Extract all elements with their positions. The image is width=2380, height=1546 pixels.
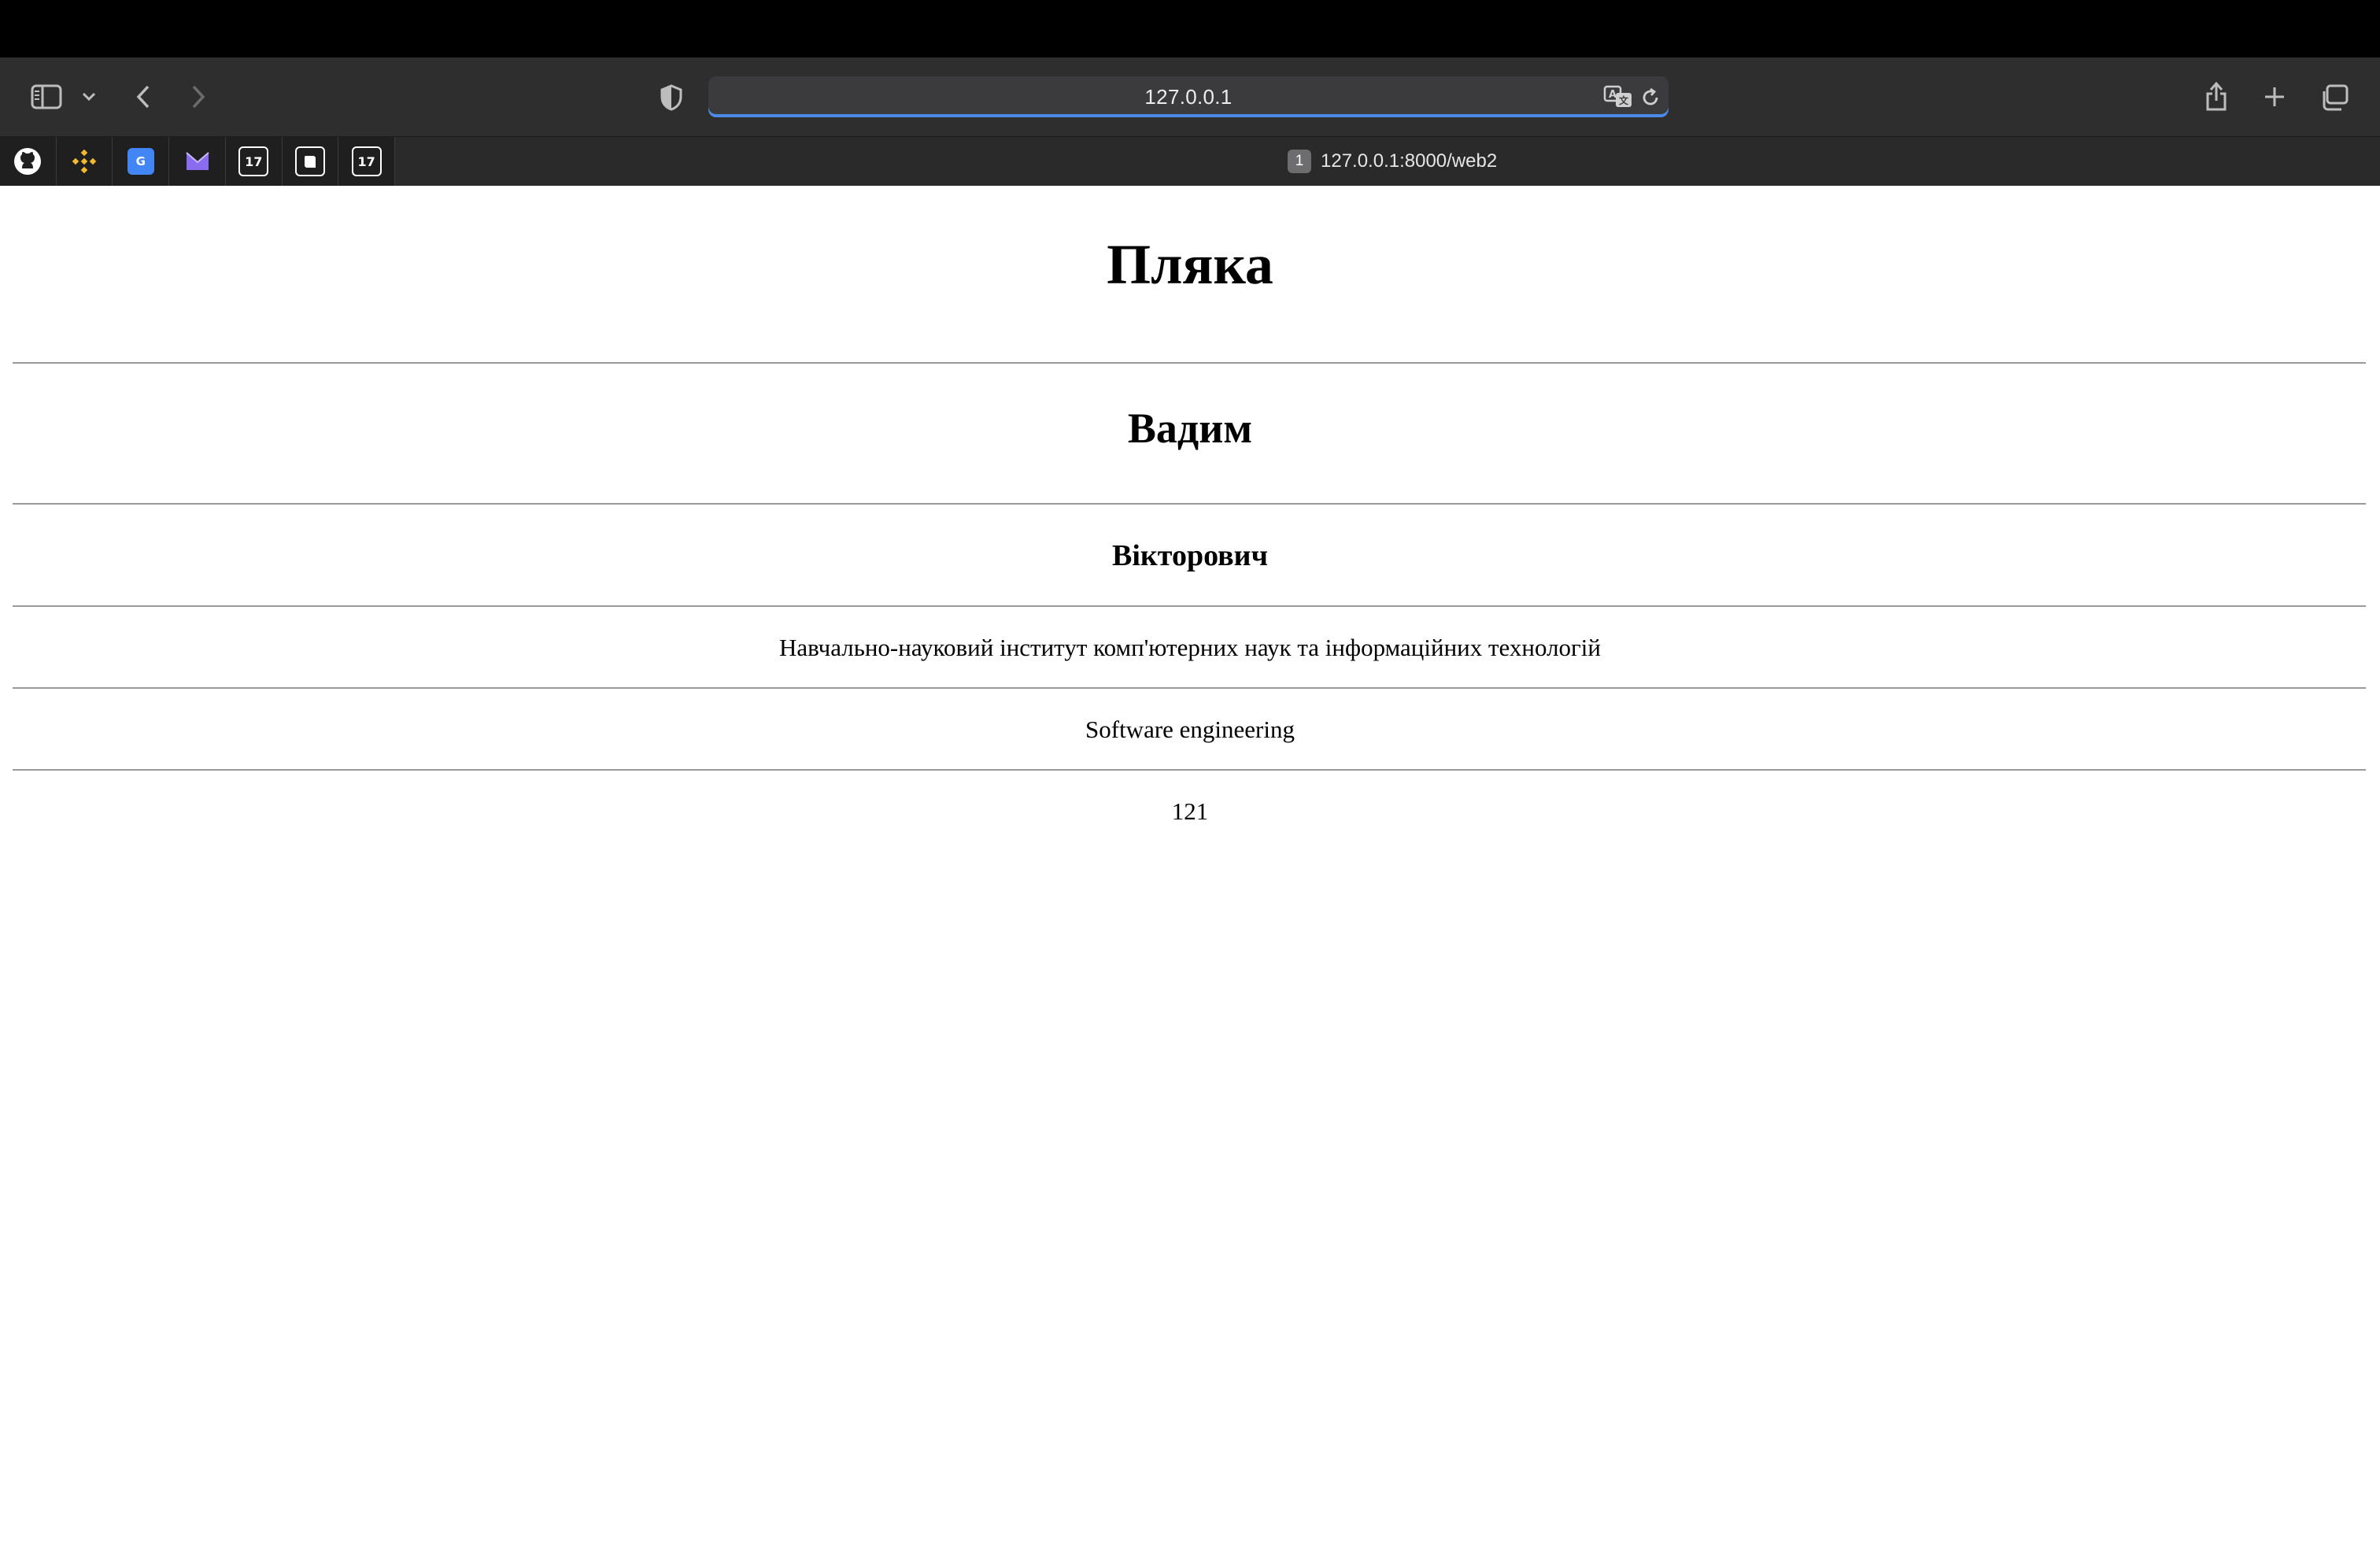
share-button[interactable] xyxy=(2202,78,2230,114)
tab-overview-icon xyxy=(2323,84,2349,111)
privacy-report-button[interactable] xyxy=(658,83,685,112)
address-text: 127.0.0.1 xyxy=(1144,84,1232,109)
tab-bar: G 17 17 1 127.0.0.1:8000/web2 xyxy=(0,136,2380,186)
system-menu-bar xyxy=(0,0,2380,57)
shield-icon xyxy=(660,84,682,111)
new-tab-button[interactable] xyxy=(2260,83,2289,111)
institute-text: Навчально-науковий інститут комп'ютерних… xyxy=(779,634,1601,661)
back-button[interactable] xyxy=(129,81,157,113)
group-text: 121 xyxy=(1171,797,1209,825)
reload-button[interactable] xyxy=(1639,86,1662,109)
active-tab-title: 127.0.0.1:8000/web2 xyxy=(1321,150,1498,172)
translate-button[interactable]: A文 xyxy=(1602,84,1634,109)
pinned-tab-proton-mail[interactable] xyxy=(169,137,226,186)
first-name-heading: Вадим xyxy=(1127,405,1253,452)
pinned-tab-binance[interactable] xyxy=(57,137,113,186)
chevron-right-icon xyxy=(192,85,205,109)
tab-groups-dropdown[interactable] xyxy=(77,86,101,108)
pinned-tab-tradingview-2[interactable]: 17 xyxy=(338,137,396,186)
divider xyxy=(13,769,2366,771)
divider xyxy=(13,503,2366,505)
proton-mail-icon xyxy=(184,148,211,175)
tab-count-badge: 1 xyxy=(1288,150,1311,173)
plus-icon xyxy=(2265,87,2284,106)
translate-icon: A文 xyxy=(1603,85,1632,107)
tradingview-icon: 17 xyxy=(238,146,269,176)
browser-toolbar: 127.0.0.1 A文 xyxy=(0,57,2380,136)
pinned-tab-github[interactable] xyxy=(0,137,57,186)
reload-icon xyxy=(1643,87,1658,105)
tab-overview-button[interactable] xyxy=(2319,83,2350,113)
svg-text:A: A xyxy=(1609,89,1617,101)
pinned-tab-tradingview[interactable]: 17 xyxy=(226,137,283,186)
divider xyxy=(13,605,2366,607)
notion-icon xyxy=(294,146,325,176)
address-bar[interactable]: 127.0.0.1 A文 xyxy=(708,76,1669,117)
share-icon xyxy=(2206,81,2227,111)
pinned-tabs: G 17 17 xyxy=(0,137,396,186)
sidebar-icon xyxy=(31,84,62,109)
specialty-text: Software engineering xyxy=(1085,716,1295,743)
active-tab[interactable]: 1 127.0.0.1:8000/web2 xyxy=(1288,137,1497,186)
chevron-down-icon xyxy=(82,92,96,102)
chevron-left-icon xyxy=(136,85,150,109)
surname-heading: Пляка xyxy=(1107,233,1273,296)
google-translate-icon: G xyxy=(127,148,154,175)
github-icon xyxy=(14,148,42,175)
patronymic-heading: Вікторович xyxy=(1112,539,1268,572)
binance-icon xyxy=(71,148,98,175)
svg-text:文: 文 xyxy=(1619,94,1629,106)
pinned-tab-google-translate[interactable]: G xyxy=(113,137,170,186)
divider xyxy=(13,687,2366,689)
divider xyxy=(13,362,2366,364)
tradingview-icon: 17 xyxy=(351,146,382,176)
pinned-tab-notion[interactable] xyxy=(283,137,339,186)
forward-button[interactable] xyxy=(184,81,213,113)
sidebar-toggle-button[interactable] xyxy=(28,81,65,113)
